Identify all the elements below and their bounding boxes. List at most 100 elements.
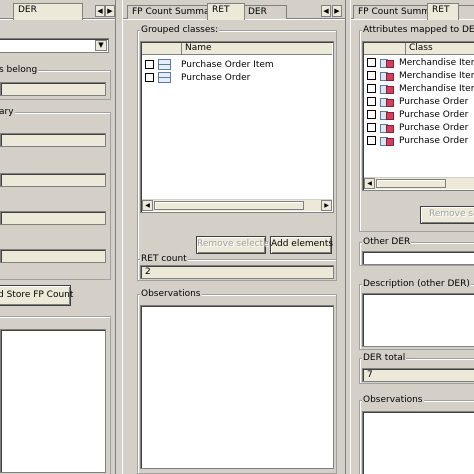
row-checkbox[interactable] bbox=[367, 136, 376, 145]
der-total-group: DER total 7 bbox=[359, 353, 474, 384]
horizontal-scrollbar[interactable]: ◀ bbox=[364, 177, 474, 189]
attribute-icon bbox=[380, 96, 394, 107]
checkbox-column-header[interactable] bbox=[142, 43, 182, 55]
attribute-icon bbox=[380, 57, 394, 68]
tab-overflow[interactable] bbox=[457, 5, 474, 19]
middle-tab-body: Grouped classes: Name Purchase Order Ite… bbox=[123, 19, 345, 474]
observations-textarea[interactable] bbox=[140, 305, 334, 469]
other-der-label: Other DER bbox=[362, 237, 412, 247]
ret-count-label: RET count bbox=[140, 254, 188, 264]
left-tabbar: DER ◀ ▶ bbox=[0, 3, 115, 20]
list-item[interactable]: Merchandise Item bbox=[367, 83, 474, 96]
tab-scroll-left-button[interactable]: ◀ bbox=[95, 5, 105, 17]
grouped-classes-list[interactable]: Name Purchase Order Item Purchase Order … bbox=[140, 41, 334, 213]
tab-fp-count-summary[interactable]: FP Count Summary bbox=[353, 5, 445, 19]
horizontal-scrollbar[interactable]: ◀ ▶ bbox=[142, 199, 332, 211]
belong-field bbox=[0, 82, 106, 96]
row-checkbox[interactable] bbox=[367, 97, 376, 106]
summary-group: ary bbox=[0, 107, 111, 280]
remove-selected-button[interactable]: Remove selected bbox=[196, 236, 274, 254]
row-checkbox[interactable] bbox=[367, 123, 376, 132]
tab-scroll-right-button[interactable]: ▶ bbox=[332, 5, 342, 17]
list-header: Class bbox=[364, 43, 474, 55]
right-panel: FP Count Summary RET Attributes mapped t… bbox=[350, 0, 474, 474]
attribute-icon bbox=[380, 135, 394, 146]
class-icon bbox=[158, 59, 171, 70]
list-item[interactable]: Purchase Order bbox=[367, 109, 468, 122]
scroll-thumb[interactable] bbox=[376, 179, 446, 188]
tab-der[interactable]: DER bbox=[13, 3, 83, 20]
list-header: Name bbox=[142, 43, 332, 55]
tab-ret[interactable]: RET bbox=[207, 3, 245, 20]
list-item[interactable]: Purchase Order bbox=[367, 96, 468, 109]
attributes-list[interactable]: Class Merchandise Item Merchandise Item … bbox=[362, 41, 474, 191]
row-label: Purchase Order bbox=[181, 72, 251, 83]
attributes-group: Attributes mapped to DERs: Class Merchan… bbox=[359, 25, 474, 232]
row-checkbox[interactable] bbox=[367, 71, 376, 80]
right-observations-label: Observations bbox=[362, 395, 424, 405]
row-checkbox[interactable] bbox=[367, 58, 376, 67]
scroll-left-arrow-icon[interactable]: ◀ bbox=[364, 178, 375, 189]
attribute-icon bbox=[380, 109, 394, 120]
left-select[interactable]: ▼ bbox=[0, 38, 109, 53]
summary-field-1 bbox=[0, 133, 106, 147]
belong-label: s belong bbox=[0, 65, 39, 75]
list-item[interactable]: Purchase Order bbox=[367, 122, 468, 135]
row-label: Merchandise Item bbox=[399, 83, 474, 94]
other-der-field[interactable] bbox=[362, 251, 474, 265]
description-label: Description (other DER) bbox=[362, 279, 471, 289]
tab-ret[interactable]: RET bbox=[427, 3, 459, 20]
grouped-classes-group: Grouped classes: Name Purchase Order Ite… bbox=[137, 25, 337, 260]
row-label: Purchase Order bbox=[399, 96, 469, 107]
row-label: Merchandise Item bbox=[399, 57, 474, 68]
middle-tabbar: FP Count Summary RET DER ◀ ▶ bbox=[123, 3, 345, 20]
row-label: Merchandise Item bbox=[399, 70, 474, 81]
right-observations-textarea[interactable] bbox=[362, 411, 474, 474]
class-column-header[interactable]: Class bbox=[406, 43, 474, 55]
left-tab-body: ▼ s belong ary d Store FP Count bbox=[0, 19, 115, 474]
store-fp-count-button[interactable]: d Store FP Count bbox=[0, 285, 73, 306]
left-observations-textarea[interactable] bbox=[0, 329, 106, 473]
belong-group: s belong bbox=[0, 65, 111, 100]
chevron-down-icon[interactable]: ▼ bbox=[95, 40, 107, 51]
name-column-header[interactable]: Name bbox=[182, 43, 333, 55]
add-elements-button[interactable]: Add elements bbox=[270, 236, 333, 254]
tab-der[interactable]: DER bbox=[243, 5, 287, 19]
attribute-icon bbox=[380, 122, 394, 133]
tab-scroll-right-button[interactable]: ▶ bbox=[105, 5, 115, 17]
remove-selected-button[interactable]: Remove sele bbox=[420, 206, 474, 224]
left-panel: DER ◀ ▶ ▼ s belong ary d Store FP Count bbox=[0, 0, 116, 474]
left-observations-group bbox=[0, 316, 111, 474]
list-item[interactable]: Merchandise Item bbox=[367, 70, 474, 83]
scroll-left-arrow-icon[interactable]: ◀ bbox=[142, 200, 153, 211]
row-label: Purchase Order bbox=[399, 109, 469, 120]
list-item[interactable]: Purchase Order Item bbox=[145, 59, 274, 72]
scroll-thumb[interactable] bbox=[154, 201, 304, 210]
observations-group: Observations bbox=[137, 289, 337, 474]
grouped-classes-label: Grouped classes: bbox=[140, 25, 220, 35]
summary-field-2 bbox=[0, 173, 106, 187]
summary-label: ary bbox=[0, 107, 15, 117]
row-checkbox[interactable] bbox=[367, 110, 376, 119]
ret-count-group: RET count 2 bbox=[137, 254, 337, 281]
tab-scroll-left-button[interactable]: ◀ bbox=[321, 5, 331, 17]
scroll-right-arrow-icon[interactable]: ▶ bbox=[321, 200, 332, 211]
checkbox-column-header[interactable] bbox=[364, 43, 406, 55]
description-textarea[interactable] bbox=[362, 293, 474, 347]
middle-panel: FP Count Summary RET DER ◀ ▶ Grouped cla… bbox=[122, 0, 346, 474]
list-item[interactable]: Purchase Order bbox=[367, 135, 468, 148]
summary-field-4 bbox=[0, 249, 106, 263]
list-item[interactable]: Purchase Order bbox=[145, 72, 250, 85]
list-item[interactable]: Merchandise Item bbox=[367, 57, 474, 70]
ret-count-field: 2 bbox=[140, 265, 334, 279]
row-checkbox[interactable] bbox=[145, 73, 154, 82]
attribute-icon bbox=[380, 83, 394, 94]
row-label: Purchase Order bbox=[399, 122, 469, 133]
row-label: Purchase Order Item bbox=[181, 59, 274, 70]
row-checkbox[interactable] bbox=[367, 84, 376, 93]
row-checkbox[interactable] bbox=[145, 60, 154, 69]
tab-fp-count-summary[interactable]: FP Count Summary bbox=[127, 5, 219, 19]
der-total-field: 7 bbox=[362, 368, 474, 382]
right-tabbar: FP Count Summary RET bbox=[351, 3, 474, 20]
description-group: Description (other DER) bbox=[359, 279, 474, 350]
